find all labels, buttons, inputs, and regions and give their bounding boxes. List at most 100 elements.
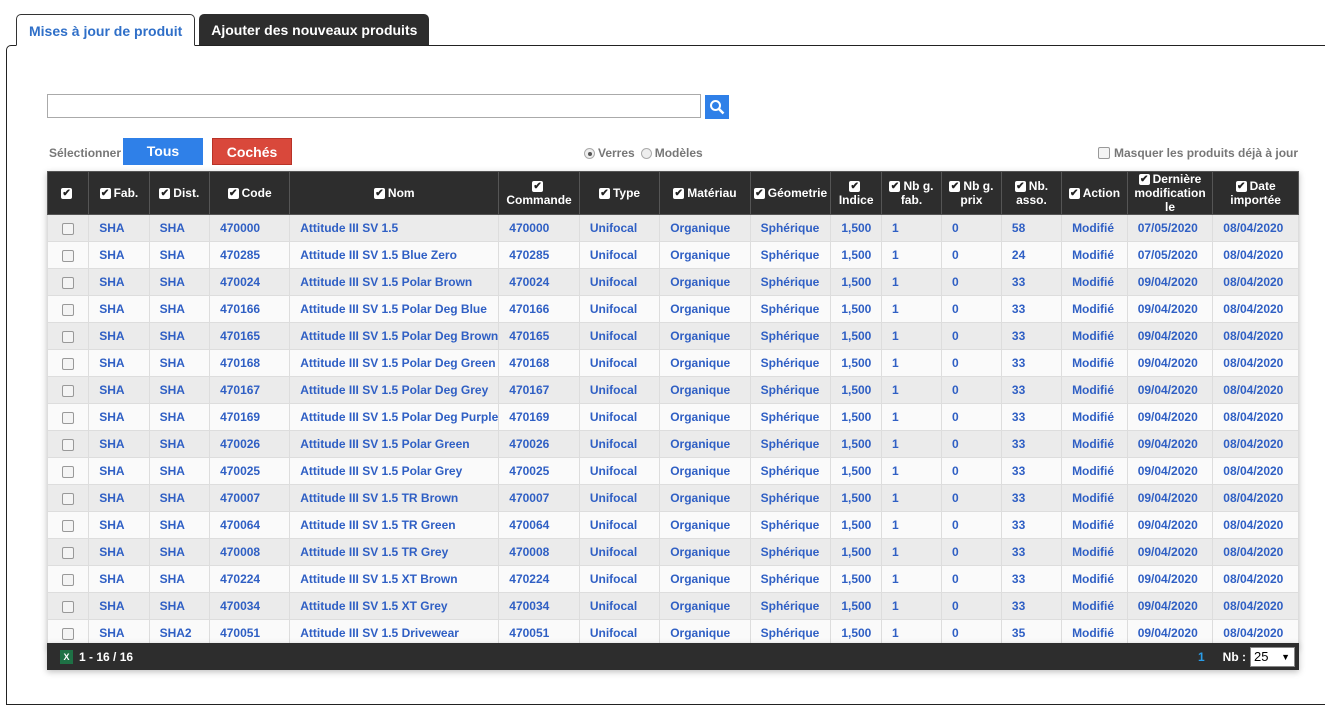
table-cell[interactable]: 08/04/2020: [1212, 403, 1299, 431]
table-cell[interactable]: Modifié: [1061, 403, 1128, 431]
table-cell[interactable]: 1: [881, 565, 942, 593]
table-cell[interactable]: 1,500: [830, 349, 883, 377]
table-cell[interactable]: 470285: [498, 241, 580, 269]
table-cell[interactable]: Modifié: [1061, 538, 1128, 566]
table-cell[interactable]: Modifié: [1061, 511, 1128, 539]
table-cell[interactable]: 09/04/2020: [1126, 349, 1214, 377]
table-row[interactable]: SHA SHA 470008 Attitude III SV 1.5 TR Grey 4…: [46, 538, 1299, 566]
row-checkbox[interactable]: [62, 276, 75, 289]
table-cell[interactable]: 1: [881, 511, 942, 539]
checkbox-checked-icon[interactable]: ✔: [159, 188, 171, 200]
checkbox-checked-icon[interactable]: ✔: [532, 181, 544, 193]
table-cell[interactable]: 470285: [209, 241, 291, 269]
table-cell[interactable]: Unifocal: [578, 214, 661, 242]
table-cell[interactable]: 1: [881, 349, 942, 377]
table-cell[interactable]: 470025: [498, 457, 580, 485]
table-cell[interactable]: Modifié: [1061, 430, 1128, 458]
table-cell[interactable]: SHA: [88, 322, 150, 350]
search-input[interactable]: [47, 94, 701, 118]
row-checkbox[interactable]: [62, 465, 75, 478]
table-cell[interactable]: 33: [1000, 322, 1063, 350]
radio-modeles[interactable]: Modèles: [640, 146, 703, 160]
table-cell[interactable]: Organique: [659, 565, 751, 593]
row-checkbox[interactable]: [62, 222, 75, 235]
table-cell[interactable]: Modifié: [1061, 565, 1128, 593]
table-cell[interactable]: 08/04/2020: [1212, 592, 1299, 620]
table-cell[interactable]: Organique: [659, 295, 751, 323]
table-cell[interactable]: SHA: [148, 511, 211, 539]
table-cell[interactable]: Sphérique: [749, 214, 832, 242]
table-cell[interactable]: 470166: [498, 295, 580, 323]
table-cell[interactable]: SHA: [88, 484, 150, 512]
table-cell[interactable]: SHA: [148, 565, 211, 593]
hide-uptodate-toggle[interactable]: Masquer les produits déjà à jour: [1098, 146, 1298, 160]
table-row[interactable]: SHA SHA 470034 Attitude III SV 1.5 XT Grey 4…: [46, 592, 1299, 620]
page-link-1[interactable]: 1: [1198, 650, 1205, 664]
table-cell[interactable]: Sphérique: [749, 403, 832, 431]
table-cell[interactable]: Unifocal: [578, 430, 661, 458]
table-cell[interactable]: 0: [940, 592, 1002, 620]
table-cell[interactable]: 470008: [209, 538, 291, 566]
table-cell[interactable]: Organique: [659, 349, 751, 377]
table-cell[interactable]: Attitude III SV 1.5 Polar Green: [289, 430, 500, 458]
table-cell[interactable]: SHA: [88, 511, 150, 539]
table-cell[interactable]: 470168: [209, 349, 291, 377]
table-cell[interactable]: Unifocal: [578, 565, 661, 593]
row-checkbox[interactable]: [62, 411, 75, 424]
hide-uptodate-checkbox[interactable]: [1098, 147, 1110, 159]
table-cell[interactable]: 1,500: [830, 457, 883, 485]
table-cell[interactable]: 1,500: [830, 511, 883, 539]
table-cell[interactable]: Unifocal: [578, 268, 661, 296]
table-cell[interactable]: 33: [1000, 268, 1063, 296]
table-cell[interactable]: Sphérique: [749, 538, 832, 566]
checkbox-checked-icon[interactable]: ✔: [889, 181, 901, 193]
radio-button[interactable]: [584, 148, 595, 160]
table-cell[interactable]: SHA: [148, 430, 211, 458]
row-checkbox[interactable]: [62, 546, 75, 559]
table-cell[interactable]: Unifocal: [578, 322, 661, 350]
table-cell[interactable]: Attitude III SV 1.5 Blue Zero: [289, 241, 500, 269]
table-cell[interactable]: 33: [1000, 538, 1063, 566]
table-cell[interactable]: SHA: [148, 349, 211, 377]
table-cell[interactable]: 08/04/2020: [1212, 268, 1299, 296]
table-cell[interactable]: 08/04/2020: [1212, 484, 1299, 512]
table-cell[interactable]: 1,500: [830, 241, 883, 269]
table-cell[interactable]: Organique: [659, 268, 751, 296]
table-cell[interactable]: Sphérique: [749, 511, 832, 539]
column-header[interactable]: ✔ Géometrie: [749, 171, 832, 215]
table-cell[interactable]: Organique: [659, 457, 751, 485]
table-row[interactable]: SHA SHA 470166 Attitude III SV 1.5 Polar De…: [46, 295, 1299, 323]
table-cell[interactable]: 470169: [498, 403, 580, 431]
table-cell[interactable]: 1,500: [830, 268, 883, 296]
table-cell[interactable]: SHA: [88, 349, 150, 377]
table-cell[interactable]: SHA: [88, 295, 150, 323]
table-cell[interactable]: Organique: [659, 403, 751, 431]
table-cell[interactable]: Sphérique: [749, 376, 832, 404]
table-cell[interactable]: SHA: [148, 241, 211, 269]
table-cell[interactable]: 1: [881, 457, 942, 485]
table-cell[interactable]: 0: [940, 214, 1002, 242]
table-cell[interactable]: Unifocal: [578, 241, 661, 269]
table-cell[interactable]: 470000: [209, 214, 291, 242]
row-checkbox[interactable]: [62, 357, 75, 370]
table-cell[interactable]: 470064: [209, 511, 291, 539]
row-checkbox[interactable]: [62, 519, 75, 532]
table-cell[interactable]: 09/04/2020: [1126, 538, 1214, 566]
table-cell[interactable]: 470026: [498, 430, 580, 458]
column-header[interactable]: ✔ Code: [209, 171, 291, 215]
row-checkbox[interactable]: [62, 600, 75, 613]
table-cell[interactable]: Sphérique: [749, 430, 832, 458]
table-row[interactable]: SHA SHA 470169 Attitude III SV 1.5 Polar De…: [46, 403, 1299, 431]
checkbox-checked-icon[interactable]: ✔: [849, 181, 861, 193]
table-cell[interactable]: 470167: [209, 376, 291, 404]
table-cell[interactable]: 0: [940, 295, 1002, 323]
table-cell[interactable]: 08/04/2020: [1212, 349, 1299, 377]
column-header[interactable]: ✔ Matériau: [659, 171, 751, 215]
table-cell[interactable]: 07/05/2020: [1126, 241, 1214, 269]
table-cell[interactable]: Modifié: [1061, 295, 1128, 323]
table-cell[interactable]: 08/04/2020: [1212, 295, 1299, 323]
table-cell[interactable]: Organique: [659, 322, 751, 350]
checkbox-checked-icon[interactable]: ✔: [753, 188, 765, 200]
table-cell[interactable]: 09/04/2020: [1126, 376, 1214, 404]
row-checkbox[interactable]: [62, 492, 75, 505]
